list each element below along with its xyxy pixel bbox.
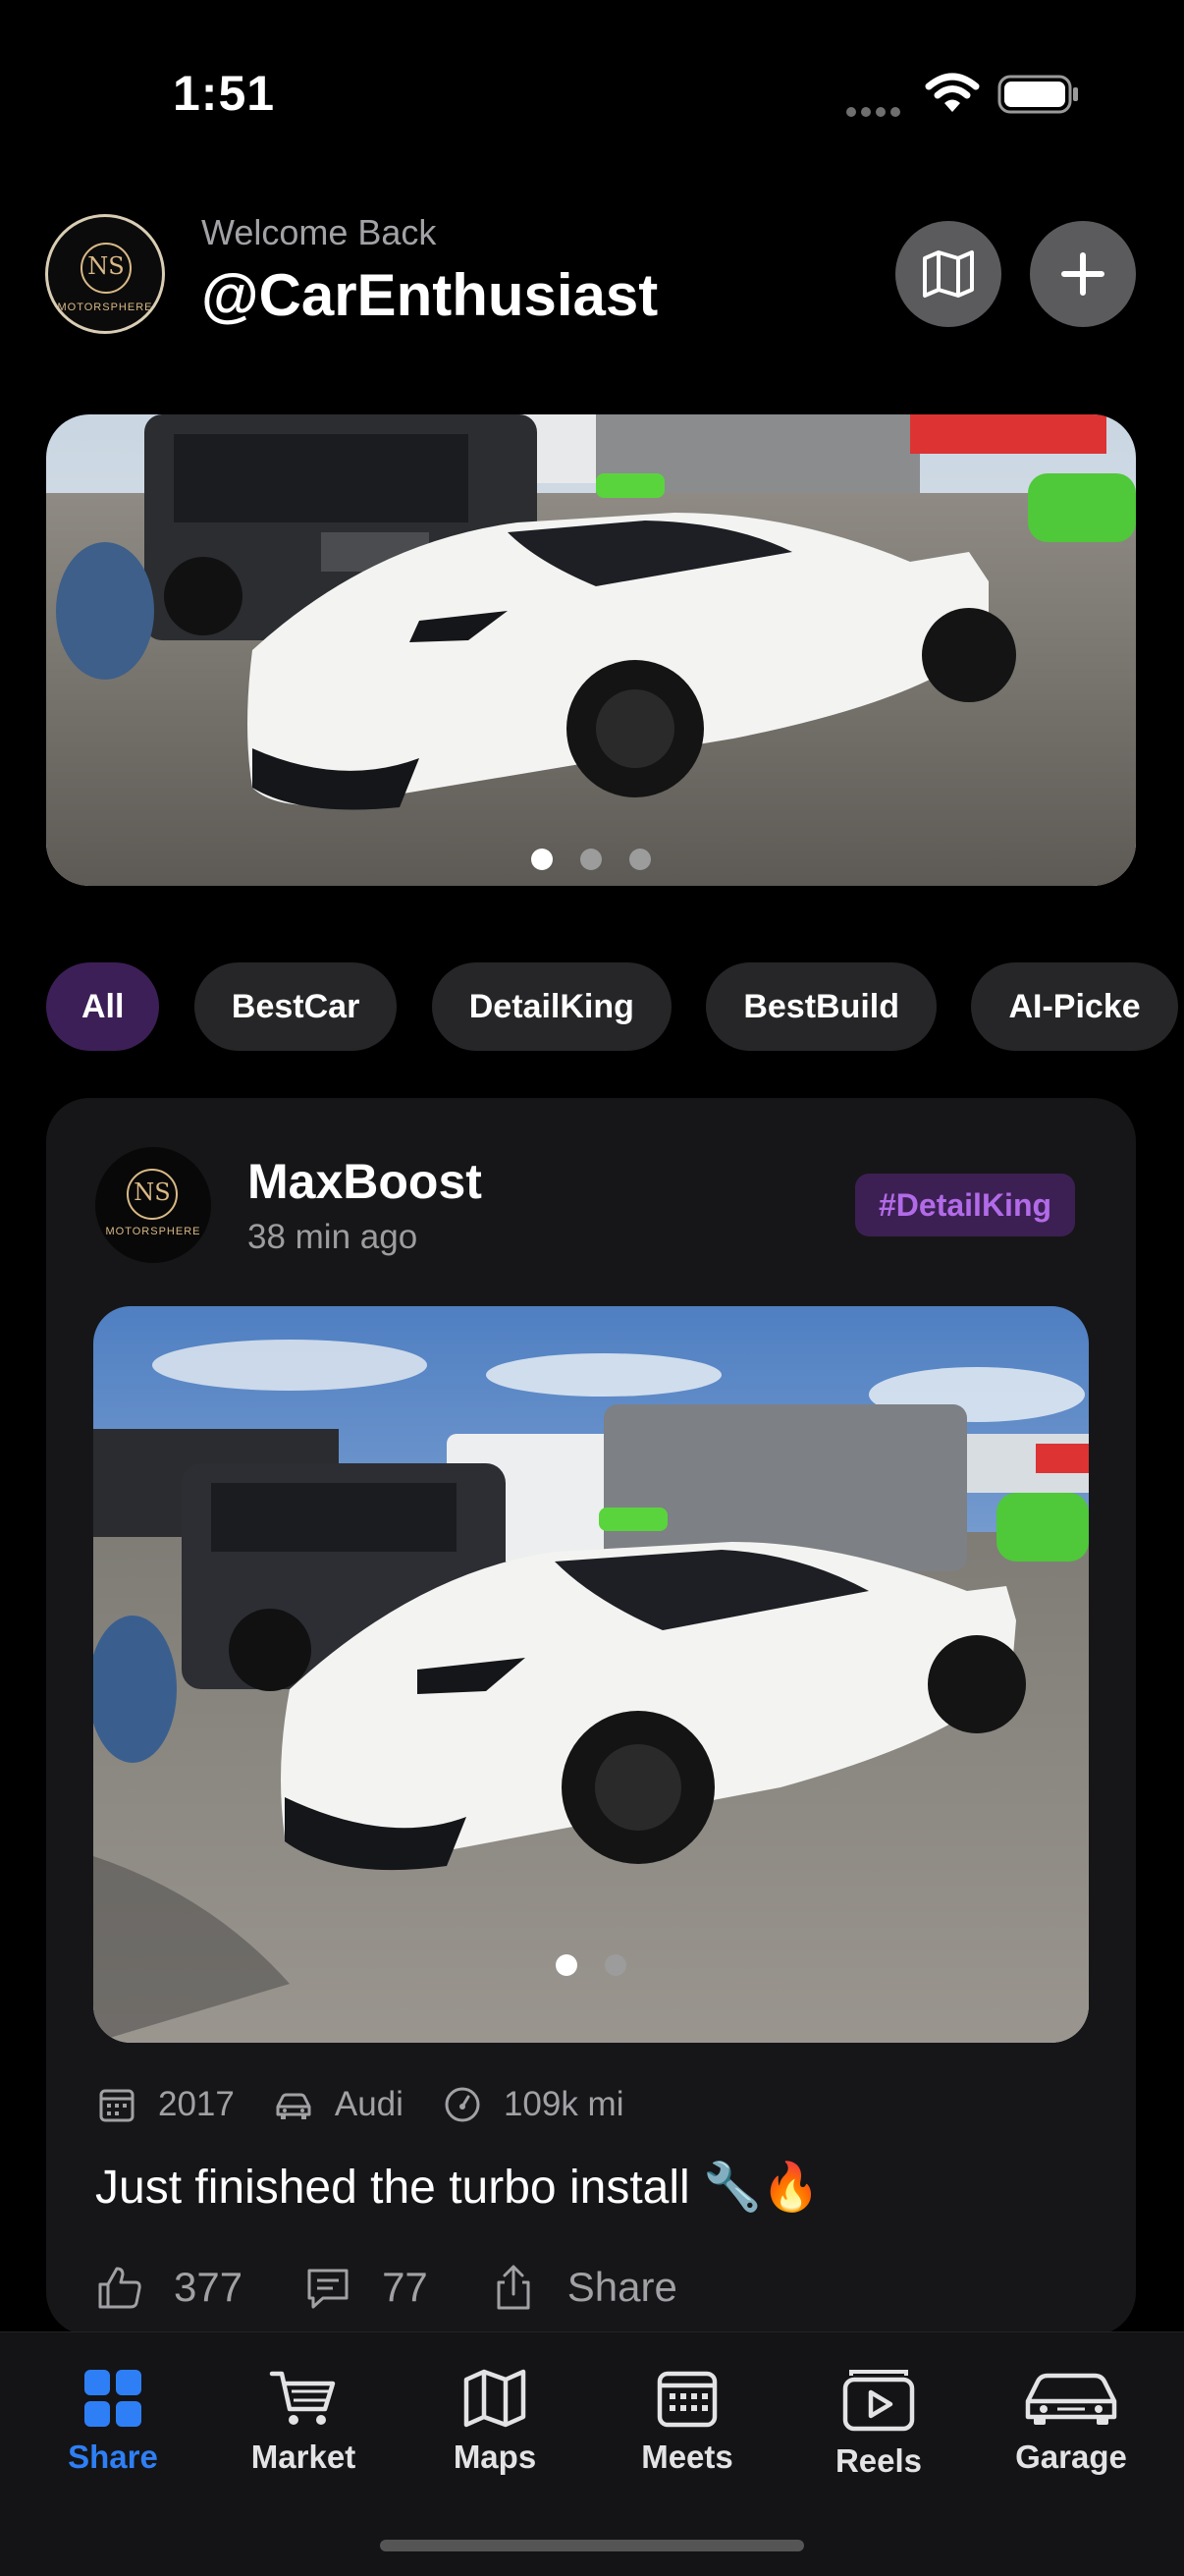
comment-count: 77 bbox=[382, 2264, 428, 2310]
tab-label: Share bbox=[68, 2439, 158, 2475]
tab-meets[interactable]: Meets bbox=[591, 2348, 783, 2505]
like-count: 377 bbox=[174, 2264, 243, 2310]
add-post-button[interactable] bbox=[1030, 221, 1136, 327]
comment-button[interactable]: 77 bbox=[303, 2263, 428, 2312]
share-icon bbox=[497, 2265, 530, 2310]
grid-icon bbox=[84, 2370, 141, 2427]
motorsphere-logo: NS bbox=[127, 1169, 178, 1220]
post-actions: 377 77 Share bbox=[95, 2263, 738, 2312]
profile-avatar[interactable]: NS MOTORSPHERE bbox=[45, 214, 165, 334]
filter-chips: All BestCar DetailKing BestBuild AI-Pick… bbox=[46, 962, 1184, 1053]
post-author-avatar[interactable]: NS MOTORSPHERE bbox=[95, 1147, 211, 1263]
share-button[interactable]: Share bbox=[489, 2263, 677, 2312]
chip-all[interactable]: All bbox=[46, 962, 160, 1051]
status-time: 1:51 bbox=[173, 66, 276, 121]
chip-bestcar[interactable]: BestCar bbox=[193, 962, 398, 1051]
map-icon bbox=[923, 250, 974, 298]
map-icon bbox=[463, 2369, 526, 2428]
chip-ai-picks[interactable]: AI-Picke bbox=[971, 962, 1178, 1051]
tab-label: Maps bbox=[453, 2439, 537, 2475]
welcome-text: Welcome Back bbox=[201, 212, 437, 252]
tab-share[interactable]: Share bbox=[17, 2348, 209, 2505]
carousel-dot[interactable] bbox=[556, 1954, 577, 1976]
car-icon bbox=[1025, 2373, 1117, 2425]
logo-wordmark: MOTORSPHERE bbox=[57, 301, 153, 313]
calendar-icon bbox=[99, 2089, 135, 2122]
post-author[interactable]: MaxBoost bbox=[247, 1153, 482, 1210]
featured-car-photo bbox=[46, 414, 1136, 886]
cart-icon bbox=[269, 2371, 336, 2425]
carousel-dot[interactable] bbox=[605, 1954, 626, 1976]
post-tag-badge[interactable]: #DetailKing bbox=[855, 1174, 1076, 1236]
plus-icon bbox=[1061, 252, 1104, 296]
car-year: 2017 bbox=[97, 2085, 235, 2124]
comment-icon bbox=[307, 2269, 349, 2309]
carousel-indicator[interactable] bbox=[46, 849, 1136, 870]
tab-label: Market bbox=[250, 2439, 356, 2475]
tab-label: Reels bbox=[834, 2442, 923, 2479]
post-image-indicator[interactable] bbox=[93, 1954, 1089, 1976]
post-timestamp: 38 min ago bbox=[247, 1218, 418, 1256]
thumbs-up-icon bbox=[98, 2267, 141, 2309]
status-bar: 1:51 bbox=[0, 0, 1184, 196]
carousel-dot[interactable] bbox=[531, 849, 553, 870]
carousel-dot[interactable] bbox=[629, 849, 651, 870]
home-indicator[interactable] bbox=[380, 2540, 804, 2551]
chip-bestbuild[interactable]: BestBuild bbox=[706, 962, 938, 1051]
tab-garage[interactable]: Garage bbox=[975, 2348, 1167, 2505]
car-icon bbox=[276, 2093, 311, 2119]
tab-market[interactable]: Market bbox=[207, 2348, 400, 2505]
logo-wordmark: MOTORSPHERE bbox=[105, 1226, 201, 1237]
wifi-icon bbox=[925, 73, 980, 112]
car-make: Audi bbox=[274, 2085, 404, 2124]
post-image-carousel[interactable] bbox=[93, 1306, 1089, 2043]
chip-detailking[interactable]: DetailKing bbox=[431, 962, 672, 1051]
post-car-photo bbox=[93, 1306, 1089, 2043]
tab-reels[interactable]: Reels bbox=[782, 2348, 975, 2505]
carousel-dot[interactable] bbox=[580, 849, 602, 870]
speedometer-icon bbox=[445, 2087, 480, 2122]
car-details: 2017 Audi 109k mi bbox=[97, 2080, 664, 2129]
share-label: Share bbox=[566, 2264, 677, 2310]
post-card[interactable]: NS MOTORSPHERE MaxBoost 38 min ago #Deta… bbox=[46, 1098, 1136, 2335]
play-icon bbox=[842, 2370, 915, 2432]
tab-label: Meets bbox=[641, 2439, 733, 2475]
calendar-icon bbox=[657, 2371, 718, 2428]
tab-label: Garage bbox=[1015, 2439, 1127, 2475]
username: @CarEnthusiast bbox=[201, 262, 659, 328]
header: NS MOTORSPHERE Welcome Back @CarEnthusia… bbox=[0, 206, 1184, 354]
post-caption: Just finished the turbo install 🔧🔥 bbox=[95, 2162, 821, 2214]
battery-icon bbox=[997, 75, 1078, 114]
cellular-signal-icon bbox=[846, 104, 905, 117]
featured-carousel[interactable] bbox=[46, 414, 1136, 886]
car-mileage: 109k mi bbox=[443, 2085, 624, 2124]
like-button[interactable]: 377 bbox=[95, 2263, 242, 2312]
map-button[interactable] bbox=[895, 221, 1001, 327]
tab-maps[interactable]: Maps bbox=[399, 2348, 591, 2505]
motorsphere-logo: NS bbox=[81, 243, 132, 294]
